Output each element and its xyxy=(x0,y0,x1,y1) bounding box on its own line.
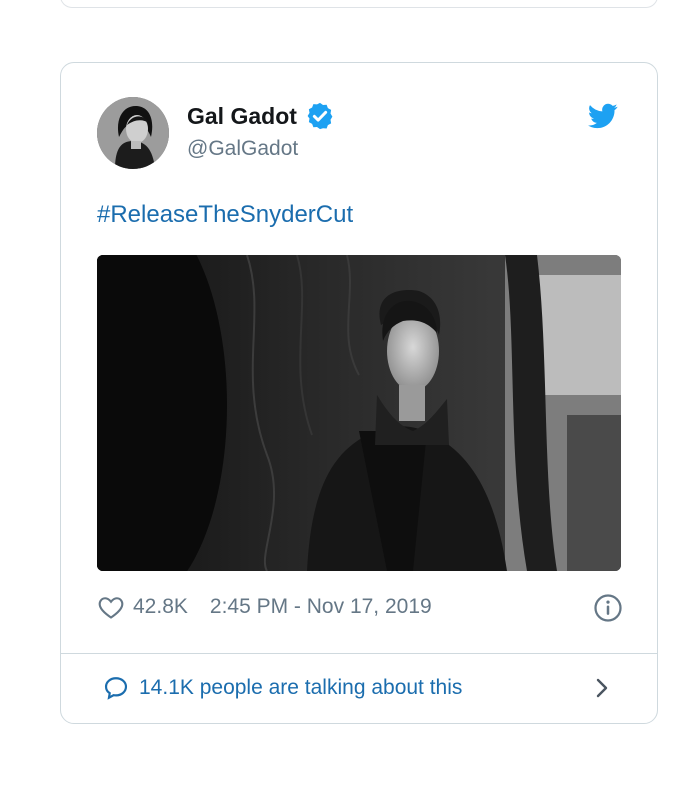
reply-bubble-icon xyxy=(104,677,128,700)
divider xyxy=(61,653,657,654)
tweet-photo[interactable] xyxy=(97,255,621,571)
author-name[interactable]: Gal Gadot xyxy=(187,103,297,130)
chevron-right-icon[interactable] xyxy=(591,675,613,701)
info-icon[interactable] xyxy=(593,593,623,623)
verified-badge-icon xyxy=(307,102,333,130)
heart-icon[interactable] xyxy=(97,593,125,621)
talking-count-label: 14.1K people are talking about this xyxy=(139,676,463,699)
avatar[interactable] xyxy=(97,97,169,169)
embedded-tweet-card[interactable]: Gal Gadot @GalGadot #ReleaseTheSnyderCut xyxy=(60,62,658,724)
previous-card-edge xyxy=(60,0,658,8)
hashtag-link[interactable]: #ReleaseTheSnyderCut xyxy=(97,201,353,229)
author-name-row[interactable]: Gal Gadot xyxy=(187,101,335,131)
twitter-bird-icon[interactable] xyxy=(587,101,619,131)
tweet-meta: 42.8K 2:45 PM - Nov 17, 2019 xyxy=(97,593,432,621)
tweet-timestamp[interactable]: 2:45 PM - Nov 17, 2019 xyxy=(210,595,432,619)
author-handle[interactable]: @GalGadot xyxy=(187,137,298,161)
like-count[interactable]: 42.8K xyxy=(133,595,188,619)
conversation-link[interactable]: 14.1K people are talking about this xyxy=(103,675,462,701)
